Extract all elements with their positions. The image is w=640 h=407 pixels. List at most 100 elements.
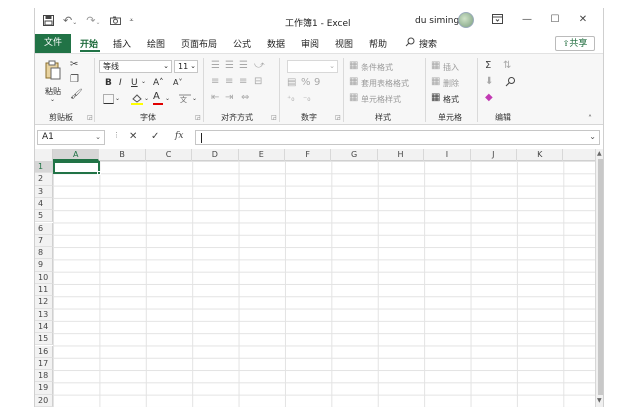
column-header[interactable]: I [424, 149, 471, 161]
row-header[interactable]: 13 [35, 308, 53, 321]
insert-cells-icon[interactable]: ▦ [431, 61, 440, 71]
decrease-indent-icon[interactable]: ⇤ [211, 93, 219, 103]
scroll-up-icon[interactable]: ▲ [597, 150, 602, 157]
wrap-text-icon[interactable]: ⊟ [254, 77, 262, 87]
border-icon[interactable] [103, 94, 114, 107]
search-box[interactable]: 搜索 [419, 37, 437, 50]
column-header[interactable]: A [53, 149, 100, 161]
align-middle-icon[interactable]: ☰ [225, 61, 234, 71]
italic-button[interactable]: I [119, 78, 122, 88]
row-header[interactable]: 11 [35, 284, 53, 297]
worksheet-grid[interactable]: ABCDEFGHIJK 1 2 3 4 5 6 7 8 9 10 11 12 13 14 15 16 17 18 1… [35, 149, 603, 407]
clear-icon[interactable]: ◆ [485, 93, 493, 103]
tab-insert[interactable]: 插入 [113, 37, 131, 50]
scroll-down-icon[interactable]: ▼ [597, 397, 602, 404]
paste-icon[interactable] [45, 60, 61, 84]
fill-color-icon[interactable] [131, 94, 143, 108]
align-left-icon[interactable]: ≡ [211, 77, 219, 87]
fill-icon[interactable]: ⬇ [485, 77, 493, 87]
row-header[interactable]: 19 [35, 382, 53, 395]
sort-filter-icon[interactable]: ⇅ [503, 61, 511, 71]
tab-review[interactable]: 审阅 [301, 37, 319, 50]
cancel-icon[interactable]: ✕ [129, 131, 137, 142]
column-header[interactable]: F [285, 149, 332, 161]
copy-icon[interactable]: ❐ [70, 75, 79, 85]
bold-button[interactable]: B [105, 78, 112, 88]
row-header[interactable]: 4 [35, 197, 53, 211]
redo-icon[interactable]: ↷⌄ [86, 14, 100, 27]
font-color-dropdown-icon[interactable]: ⌄ [165, 95, 170, 102]
grow-font-button[interactable]: A˄ [153, 78, 164, 88]
conditional-formatting-button[interactable]: 条件格式 [361, 62, 393, 73]
conditional-formatting-icon[interactable]: ▦ [349, 61, 358, 71]
row-header[interactable]: 2 [35, 173, 53, 186]
expand-formula-bar-icon[interactable]: ⌄ [589, 132, 596, 141]
underline-dropdown-icon[interactable]: ⌄ [141, 78, 146, 85]
close-button[interactable]: ✕ [575, 14, 591, 25]
cut-icon[interactable]: ✂ [70, 60, 78, 70]
merge-center-icon[interactable]: ⇔ [241, 93, 249, 103]
undo-icon[interactable]: ↶⌄ [63, 14, 77, 27]
column-header[interactable]: J [471, 149, 517, 161]
number-launcher-icon[interactable]: ◲ [335, 114, 341, 121]
align-right-icon[interactable]: ≡ [239, 77, 247, 87]
user-name[interactable]: du siming [415, 16, 459, 26]
delete-cells-icon[interactable]: ▦ [431, 77, 440, 87]
insert-cells-button[interactable]: 插入 [443, 62, 459, 73]
font-size-select[interactable]: 11 ⌄ [174, 60, 198, 73]
row-header[interactable]: 3 [35, 185, 53, 198]
tab-view[interactable]: 视图 [335, 37, 353, 50]
underline-button[interactable]: U [131, 78, 138, 88]
formula-input[interactable]: ⌄ [195, 130, 600, 145]
cell-styles-button[interactable]: 单元格样式 [361, 94, 401, 105]
column-header[interactable]: C [146, 149, 193, 161]
row-header[interactable]: 5 [35, 210, 53, 223]
vertical-scrollbar[interactable]: ▲ ▼ [595, 149, 603, 407]
row-header[interactable]: 6 [35, 222, 53, 235]
find-select-icon[interactable] [505, 76, 516, 90]
tab-file[interactable]: 文件 [35, 34, 71, 53]
format-as-table-button[interactable]: 套用表格格式 [361, 78, 409, 89]
column-header[interactable]: H [378, 149, 425, 161]
number-format-select[interactable]: ⌄ [287, 60, 338, 73]
cell-styles-icon[interactable]: ▦ [349, 93, 358, 103]
collapse-ribbon-icon[interactable]: ˄ [588, 114, 592, 123]
tab-help[interactable]: 帮助 [369, 37, 387, 50]
row-header[interactable]: 8 [35, 247, 53, 260]
phonetic-dropdown-icon[interactable]: ⌄ [192, 95, 197, 102]
insert-function-button[interactable]: fx [175, 131, 183, 141]
decrease-decimal-icon[interactable]: ⁻₀ [303, 94, 310, 104]
row-header[interactable]: 1 [35, 161, 53, 174]
enter-icon[interactable]: ✓ [151, 131, 159, 142]
clipboard-launcher-icon[interactable]: ◲ [87, 114, 93, 121]
tab-data[interactable]: 数据 [267, 37, 285, 50]
increase-decimal-icon[interactable]: ⁺₀ [287, 94, 294, 104]
column-header[interactable]: D [192, 149, 239, 161]
active-cell[interactable] [53, 161, 100, 174]
row-header[interactable]: 18 [35, 370, 53, 383]
font-launcher-icon[interactable]: ◲ [195, 114, 201, 121]
avatar[interactable] [458, 12, 474, 28]
format-as-table-icon[interactable]: ▦ [349, 77, 358, 87]
percent-icon[interactable]: % [301, 78, 311, 88]
tab-formulas[interactable]: 公式 [233, 37, 251, 50]
accounting-format-icon[interactable]: ▤ [287, 78, 296, 88]
comma-style-icon[interactable]: 9 [314, 78, 320, 88]
format-cells-icon[interactable]: ▦ [431, 93, 440, 103]
ribbon-display-icon[interactable] [489, 14, 505, 27]
share-button[interactable]: ⇪共享 [555, 36, 595, 51]
font-color-icon[interactable]: A [153, 92, 163, 105]
align-bottom-icon[interactable]: ☰ [239, 61, 248, 71]
column-header[interactable]: G [331, 149, 378, 161]
column-header[interactable]: K [517, 149, 564, 161]
tab-page-layout[interactable]: 页面布局 [181, 37, 217, 50]
shrink-font-button[interactable]: A˅ [173, 78, 182, 87]
select-all-corner[interactable] [35, 149, 53, 161]
format-painter-icon[interactable]: 🖌 [70, 90, 83, 100]
border-dropdown-icon[interactable]: ⌄ [115, 95, 120, 102]
tab-home[interactable]: 开始 [80, 37, 98, 50]
font-name-select[interactable]: 等线 ⌄ [99, 60, 172, 73]
column-header[interactable]: B [99, 149, 146, 161]
row-header[interactable]: 16 [35, 345, 53, 358]
row-header[interactable]: 9 [35, 259, 53, 272]
